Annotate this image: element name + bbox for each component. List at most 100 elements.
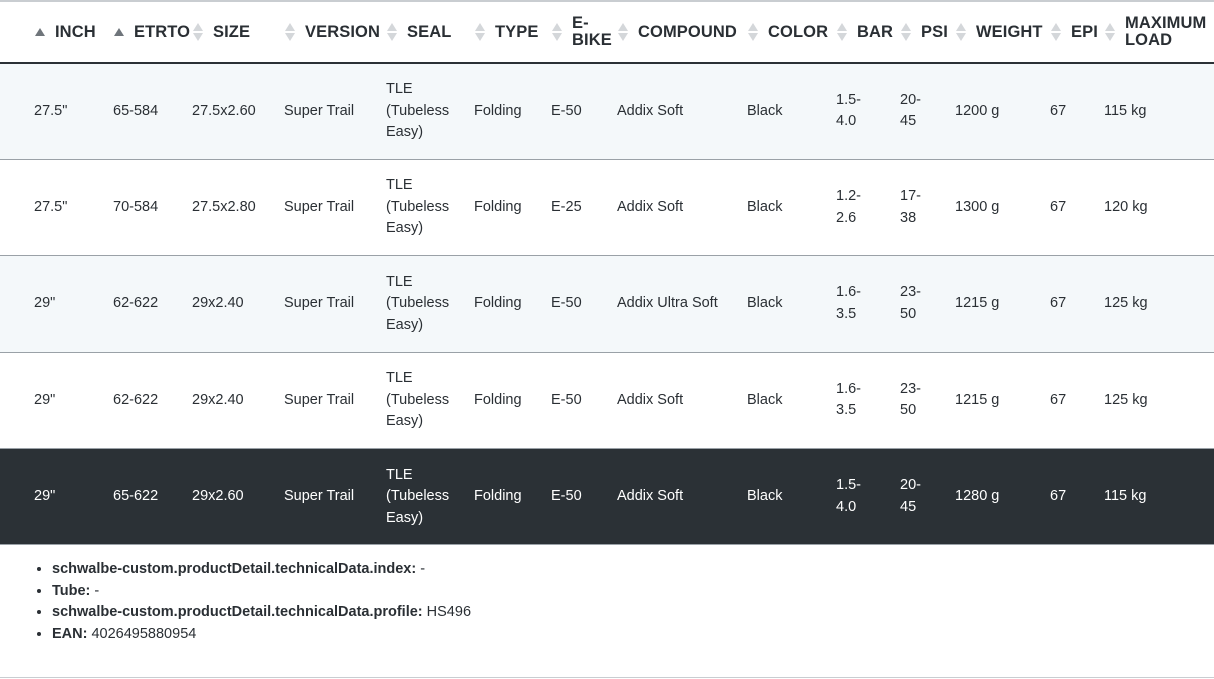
- column-header-bar[interactable]: BAR: [836, 2, 900, 64]
- column-header-compound[interactable]: COMPOUND: [617, 2, 747, 64]
- table-row[interactable]: 27.5" 70-584 27.5x2.80 Super Trail TLE (Tubel…: [0, 159, 1214, 257]
- cell-seal: TLE (Tubeless Easy): [386, 63, 474, 160]
- sort-arrows-icon[interactable]: [551, 23, 563, 41]
- cell-epi: 67: [1050, 448, 1104, 546]
- sort-arrows-icon[interactable]: [747, 23, 759, 41]
- cell-max_load: 115 kg: [1104, 448, 1214, 546]
- column-header-weight[interactable]: WEIGHT: [955, 2, 1050, 64]
- cell-psi: 23- 50: [900, 255, 955, 353]
- cell-psi: 17- 38: [900, 159, 955, 257]
- sort-descending-icon: [1105, 33, 1115, 41]
- row-spacer: [0, 255, 34, 353]
- cell-ebike: E-50: [551, 63, 617, 160]
- column-header-size[interactable]: SIZE: [192, 2, 284, 64]
- column-header-label: E- BIKE: [572, 14, 612, 49]
- column-header-seal[interactable]: SEAL: [386, 2, 474, 64]
- cell-seal: TLE (Tubeless Easy): [386, 448, 474, 546]
- sort-arrows-icon[interactable]: [1104, 23, 1116, 41]
- cell-color: Black: [747, 159, 836, 257]
- cell-bar: 1.5- 4.0: [836, 63, 900, 160]
- sort-descending-icon: [475, 33, 485, 41]
- column-header-label: EPI: [1071, 22, 1098, 41]
- sort-arrows-icon[interactable]: [836, 23, 848, 41]
- cell-ebike: E-25: [551, 159, 617, 257]
- cell-weight: 1300 g: [955, 159, 1050, 257]
- row-spacer: [0, 352, 34, 450]
- cell-seal: TLE (Tubeless Easy): [386, 159, 474, 257]
- sort-arrows-icon[interactable]: [284, 23, 296, 41]
- column-header-label: ETRTO: [134, 22, 191, 41]
- sort-arrows-icon[interactable]: [1050, 23, 1062, 41]
- column-header-inch[interactable]: INCH: [34, 2, 113, 64]
- detail-value: 4026495880954: [87, 625, 197, 642]
- cell-max_load: 115 kg: [1104, 63, 1214, 160]
- sort-arrows-icon[interactable]: [617, 23, 629, 41]
- table-row[interactable]: 29" 62-622 29x2.40 Super Trail TLE (Tubeless E…: [0, 352, 1214, 450]
- column-header-type[interactable]: TYPE: [474, 2, 551, 64]
- column-header-etrto[interactable]: ETRTO: [113, 2, 192, 64]
- cell-weight: 1215 g: [955, 352, 1050, 450]
- sort-ascending-icon: [618, 23, 628, 31]
- sort-descending-icon: [285, 33, 295, 41]
- cell-inch: 29": [34, 352, 113, 450]
- cell-etrto: 65-584: [113, 63, 192, 160]
- table-row-selected[interactable]: 29" 65-622 29x2.60 Super Trail TLE (Tubeless E…: [0, 448, 1214, 546]
- cell-compound: Addix Soft: [617, 159, 747, 257]
- cell-version: Super Trail: [284, 448, 386, 546]
- sort-arrows-icon[interactable]: [192, 23, 204, 41]
- technical-details-list: schwalbe-custom.productDetail.technicalD…: [34, 559, 471, 645]
- cell-color: Black: [747, 255, 836, 353]
- cell-compound: Addix Soft: [617, 63, 747, 160]
- sort-ascending-icon: [956, 23, 966, 31]
- cell-etrto: 62-622: [113, 352, 192, 450]
- sort-arrows-icon[interactable]: [474, 23, 486, 41]
- cell-etrto: 70-584: [113, 159, 192, 257]
- cell-ebike: E-50: [551, 448, 617, 546]
- column-header-epi[interactable]: EPI: [1050, 2, 1104, 64]
- cell-max_load: 125 kg: [1104, 352, 1214, 450]
- sort-arrows-icon[interactable]: [955, 23, 967, 41]
- sort-descending-icon: [618, 33, 628, 41]
- cell-weight: 1280 g: [955, 448, 1050, 546]
- sort-descending-icon: [837, 33, 847, 41]
- cell-seal: TLE (Tubeless Easy): [386, 255, 474, 353]
- sort-descending-icon: [193, 33, 203, 41]
- cell-version: Super Trail: [284, 255, 386, 353]
- column-header-color[interactable]: COLOR: [747, 2, 836, 64]
- cell-epi: 67: [1050, 255, 1104, 353]
- row-spacer: [0, 63, 34, 160]
- sort-arrows-icon[interactable]: [900, 23, 912, 41]
- cell-ebike: E-50: [551, 352, 617, 450]
- cell-size: 29x2.40: [192, 352, 284, 450]
- column-header-max_load[interactable]: MAXIMUM LOAD: [1104, 2, 1214, 64]
- sort-ascending-icon: [552, 23, 562, 31]
- column-header-label: SIZE: [213, 22, 251, 41]
- cell-inch: 29": [34, 255, 113, 353]
- sort-descending-icon: [1051, 33, 1061, 41]
- cell-max_load: 125 kg: [1104, 255, 1214, 353]
- column-header-label: PSI: [921, 22, 948, 41]
- column-header-version[interactable]: VERSION: [284, 2, 386, 64]
- sort-ascending-icon: [748, 23, 758, 31]
- column-header-ebike[interactable]: E- BIKE: [551, 2, 617, 64]
- sort-descending-icon: [901, 33, 911, 41]
- column-header-psi[interactable]: PSI: [900, 2, 955, 64]
- table-row[interactable]: 29" 62-622 29x2.40 Super Trail TLE (Tubeless E…: [0, 255, 1214, 353]
- cell-weight: 1215 g: [955, 255, 1050, 353]
- sort-arrows-icon[interactable]: [386, 23, 398, 41]
- sort-arrows-icon[interactable]: [113, 28, 125, 36]
- table-row[interactable]: 27.5" 65-584 27.5x2.60 Super Trail TLE (Tubel…: [0, 63, 1214, 160]
- sort-ascending-icon: [901, 23, 911, 31]
- cell-epi: 67: [1050, 63, 1104, 160]
- cell-type: Folding: [474, 159, 551, 257]
- cell-bar: 1.6- 3.5: [836, 352, 900, 450]
- sort-ascending-icon: [1051, 23, 1061, 31]
- detail-value: -: [416, 561, 426, 577]
- cell-etrto: 65-622: [113, 448, 192, 546]
- sort-ascending-icon: [114, 28, 124, 36]
- cell-size: 27.5x2.80: [192, 159, 284, 257]
- column-header-label: VERSION: [305, 22, 380, 41]
- sort-arrows-icon[interactable]: [34, 28, 46, 36]
- cell-version: Super Trail: [284, 159, 386, 257]
- sort-ascending-icon: [193, 23, 203, 31]
